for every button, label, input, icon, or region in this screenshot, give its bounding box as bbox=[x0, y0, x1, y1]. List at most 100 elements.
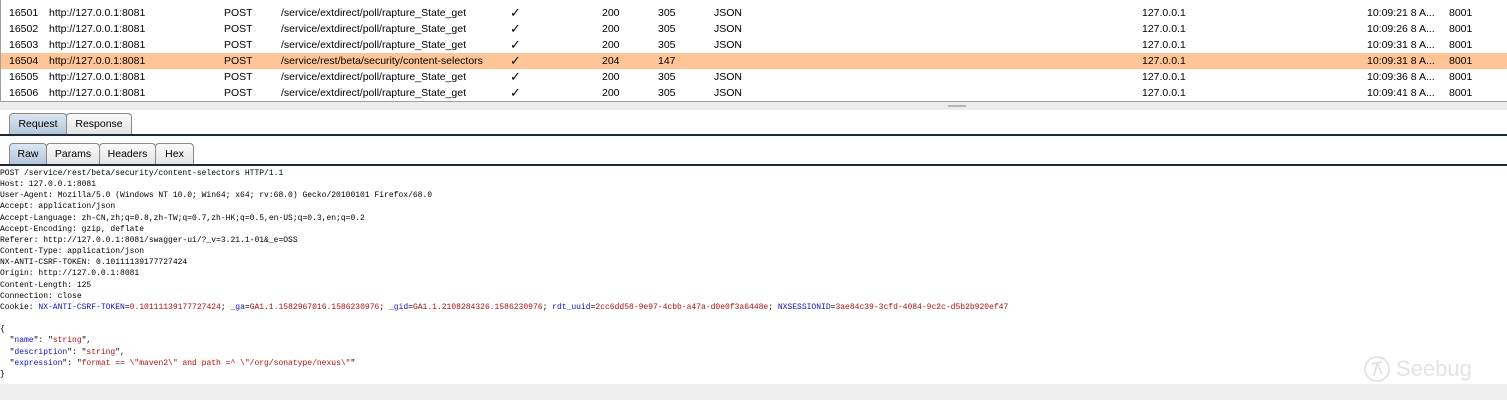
cell-url: /service/extdirect/poll/rapture_State_ge… bbox=[281, 87, 467, 99]
table-row[interactable]: 16506 http://127.0.0.1:8081 POST/service/e… bbox=[1, 85, 1507, 101]
cell-url: /service/extdirect/poll/rapture_State_ge… bbox=[281, 71, 467, 83]
seebug-logo-icon bbox=[1364, 356, 1390, 382]
raw-line: User-Agent: Mozilla/5.0 (Windows NT 10.0… bbox=[0, 190, 1507, 201]
tab-params[interactable]: Params bbox=[46, 143, 100, 164]
cell-length: 305 bbox=[658, 71, 676, 83]
cell-method: POST bbox=[224, 87, 253, 99]
raw-line: NX-ANTI-CSRF-TOKEN: 0.10111139177727424 bbox=[0, 257, 1507, 268]
tab-raw[interactable]: Raw bbox=[9, 143, 47, 164]
raw-line: { bbox=[0, 324, 1507, 335]
cell-time: 10:09:21 8 A... bbox=[1367, 7, 1435, 19]
raw-line: Accept-Encoding: gzip, deflate bbox=[0, 224, 1507, 235]
view-tabs: Raw Params Headers Hex bbox=[0, 142, 1507, 166]
cell-id: 16504 bbox=[9, 55, 39, 67]
cell-time: 10:09:31 8 A... bbox=[1367, 39, 1435, 51]
pane-splitter[interactable] bbox=[0, 102, 1507, 110]
plain-text: " bbox=[0, 358, 15, 368]
raw-line: Cookie: NX-ANTI-CSRF-TOKEN=0.10111139177… bbox=[0, 302, 1507, 313]
value-text: GA1.1.2108284326.1586230976 bbox=[412, 302, 543, 312]
cell-ip: 127.0.0.1 bbox=[1142, 39, 1186, 51]
raw-line: POST /service/rest/beta/security/content… bbox=[0, 168, 1507, 179]
plain-text: Content-Length: 125 bbox=[0, 280, 92, 290]
key-text: _gid bbox=[388, 302, 409, 312]
raw-line: Content-Length: 125 bbox=[0, 280, 1507, 291]
plain-text: Host: 127.0.0.1:8081 bbox=[0, 180, 97, 190]
tab-hex[interactable]: Hex bbox=[155, 143, 194, 164]
raw-line: Connection: close bbox=[0, 291, 1507, 302]
plain-text: ", bbox=[81, 336, 92, 346]
plain-text: POST /service/rest/beta/security/content… bbox=[0, 169, 284, 178]
cell-url: /service/rest/beta/security/content-sele… bbox=[281, 55, 483, 67]
plain-text: Content-Type: application/json bbox=[0, 247, 145, 257]
key-text: expression bbox=[14, 358, 63, 368]
key-text: description bbox=[14, 347, 68, 357]
history-table: 16501 http://127.0.0.1:8081 POST/service/e… bbox=[0, 0, 1507, 102]
cell-status: 200 bbox=[602, 7, 620, 19]
cell-status: 200 bbox=[602, 87, 620, 99]
tab-headers[interactable]: Headers bbox=[99, 143, 156, 164]
cell-params: ✓ bbox=[510, 37, 521, 52]
cell-ip: 127.0.0.1 bbox=[1142, 23, 1186, 35]
key-text: name bbox=[14, 336, 34, 346]
value-text: 0.10111139177727424 bbox=[129, 302, 221, 312]
cell-id: 16502 bbox=[9, 23, 39, 35]
plain-text: " bbox=[0, 347, 15, 357]
message-tabs: Request Response bbox=[0, 112, 1507, 136]
value-text: string bbox=[86, 347, 116, 357]
cell-status: 200 bbox=[602, 71, 620, 83]
cell-mime: JSON bbox=[714, 71, 743, 83]
cell-url: /service/extdirect/poll/rapture_State_ge… bbox=[281, 7, 467, 19]
key-text: NX-ANTI-CSRF-TOKEN bbox=[38, 302, 125, 312]
cell-mime: JSON bbox=[714, 39, 743, 51]
cell-mime: JSON bbox=[714, 87, 743, 99]
cell-params: ✓ bbox=[510, 5, 521, 20]
cell-mime: JSON bbox=[714, 23, 743, 35]
plain-text: " bbox=[350, 358, 356, 368]
cell-time: 10:09:26 8 A... bbox=[1367, 23, 1435, 35]
cell-params: ✓ bbox=[510, 53, 521, 68]
cell-url: /service/extdirect/poll/rapture_State_ge… bbox=[281, 23, 467, 35]
cell-ip: 127.0.0.1 bbox=[1142, 87, 1186, 99]
cell-ip: 127.0.0.1 bbox=[1142, 55, 1186, 67]
plain-text: Accept-Language: zh-CN,zh;q=0.8,zh-TW;q=… bbox=[0, 213, 365, 223]
cell-length: 147 bbox=[658, 55, 676, 67]
cell-time: 10:09:31 8 A... bbox=[1367, 55, 1435, 67]
raw-line: Accept-Language: zh-CN,zh;q=0.8,zh-TW;q=… bbox=[0, 213, 1507, 224]
cell-length: 305 bbox=[658, 87, 676, 99]
plain-text: " bbox=[0, 336, 15, 346]
plain-text: Connection: close bbox=[0, 291, 82, 301]
cell-time: 10:09:41 8 A... bbox=[1367, 87, 1435, 99]
cell-params: ✓ bbox=[510, 85, 521, 100]
cell-method: POST bbox=[224, 55, 253, 67]
cell-port: 8001 bbox=[1449, 39, 1473, 51]
cell-port: 8001 bbox=[1449, 71, 1473, 83]
plain-text: NX-ANTI-CSRF-TOKEN: 0.10111139177727424 bbox=[0, 258, 188, 268]
plain-text: Accept-Encoding: gzip, deflate bbox=[0, 224, 145, 234]
plain-text: Accept: application/json bbox=[0, 202, 116, 212]
seebug-watermark: Seebug bbox=[1362, 354, 1472, 384]
raw-request-editor[interactable]: POST /service/rest/beta/security/content… bbox=[0, 168, 1507, 380]
cell-host: http://127.0.0.1:8081 bbox=[49, 39, 146, 51]
table-row[interactable]: 16503 http://127.0.0.1:8081 POST/service/e… bbox=[1, 37, 1507, 53]
cell-method: POST bbox=[224, 71, 253, 83]
table-row[interactable]: 16505 http://127.0.0.1:8081 POST/service/e… bbox=[1, 69, 1507, 85]
cell-method: POST bbox=[224, 23, 253, 35]
table-row[interactable]: 16502 http://127.0.0.1:8081 POST/service/e… bbox=[1, 21, 1507, 37]
cell-status: 200 bbox=[602, 23, 620, 35]
cell-mime: JSON bbox=[714, 7, 743, 19]
table-row[interactable]: 16504 http://127.0.0.1:8081 POST/service/r… bbox=[1, 53, 1507, 69]
splitter-grip-icon[interactable] bbox=[948, 105, 966, 107]
plain-text: ; bbox=[768, 302, 778, 312]
raw-line bbox=[0, 313, 1507, 324]
raw-line: Host: 127.0.0.1:8081 bbox=[0, 179, 1507, 190]
key-text: _ga bbox=[230, 302, 245, 312]
plain-text: Origin: http://127.0.0.1:8081 bbox=[0, 269, 140, 279]
cell-host: http://127.0.0.1:8081 bbox=[49, 7, 146, 19]
cell-method: POST bbox=[224, 7, 253, 19]
table-row[interactable]: 16501 http://127.0.0.1:8081 POST/service/e… bbox=[1, 5, 1507, 21]
cell-id: 16506 bbox=[9, 87, 39, 99]
tab-request[interactable]: Request bbox=[9, 113, 67, 134]
tab-response[interactable]: Response bbox=[66, 113, 132, 134]
cell-id: 16503 bbox=[9, 39, 39, 51]
plain-text: ": " bbox=[67, 347, 87, 357]
